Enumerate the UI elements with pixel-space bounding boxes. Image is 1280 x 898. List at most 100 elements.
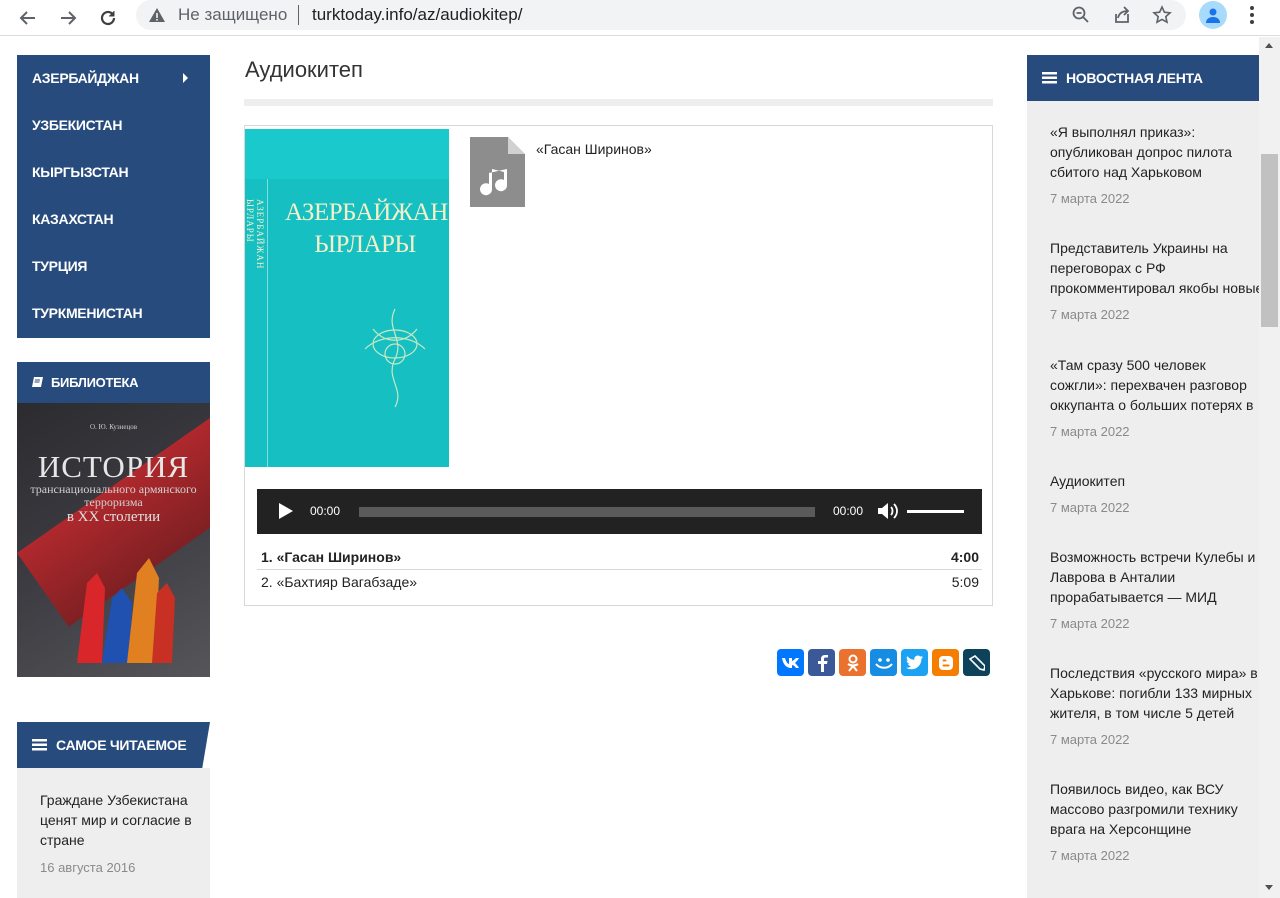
facebook-icon bbox=[817, 654, 828, 672]
news-date: 7 марта 2022 bbox=[1050, 191, 1130, 206]
news-item[interactable]: Аудиокитеп 7 марта 2022 bbox=[1050, 471, 1259, 515]
news-date: 7 марта 2022 bbox=[1050, 616, 1130, 631]
share-facebook-button[interactable] bbox=[808, 649, 835, 676]
warning-icon[interactable] bbox=[148, 6, 166, 24]
nav-item-azerbaijan[interactable]: АЗЕРБАЙДЖАН bbox=[17, 55, 210, 102]
news-item[interactable]: Возможность встречи Кулебы и Лаврова в А… bbox=[1050, 547, 1259, 631]
back-button[interactable] bbox=[14, 4, 42, 32]
news-date: 7 марта 2022 bbox=[1050, 732, 1130, 747]
news-title-line: сбитого над Харьковом bbox=[1050, 164, 1202, 180]
list-icon bbox=[32, 739, 47, 751]
book-author: О. Ю. Кузнецов bbox=[89, 423, 138, 431]
news-title-line: прокомментировал якобы новые bbox=[1050, 280, 1259, 296]
library-book-cover[interactable]: О. Ю. Кузнецов ИСТОРИЯ транснациональног… bbox=[17, 403, 210, 677]
bookmark-button[interactable] bbox=[1150, 3, 1174, 27]
scroll-down-arrow-icon[interactable] bbox=[1265, 885, 1273, 890]
news-title-line: массово разгромили технику bbox=[1050, 801, 1238, 817]
share-page-button[interactable] bbox=[1110, 3, 1134, 27]
list-icon bbox=[1042, 72, 1057, 84]
most-read-item-title[interactable]: Граждане Узбекистана ценят мир и согласи… bbox=[40, 790, 200, 850]
news-item[interactable]: Последствия «русского мира» в Харькове: … bbox=[1050, 663, 1259, 747]
news-item[interactable]: «Я выполнял приказ»: опубликован допрос … bbox=[1050, 122, 1259, 206]
news-title-line: Последствия «русского мира» в bbox=[1050, 665, 1258, 681]
news-title-line: жителя, в том числе 5 детей bbox=[1050, 705, 1235, 721]
scrollbar-thumb[interactable] bbox=[1261, 154, 1278, 327]
news-item[interactable]: Представитель Украины на переговорах с Р… bbox=[1050, 238, 1259, 322]
duration-time: 00:00 bbox=[833, 504, 864, 518]
nav-item-uzbekistan[interactable]: УЗБЕКИСТАН bbox=[17, 102, 210, 149]
nav-item-kazakhstan[interactable]: КАЗАХСТАН bbox=[17, 196, 210, 243]
news-title-line: Представитель Украины на bbox=[1050, 240, 1228, 256]
arrow-right-icon bbox=[61, 11, 77, 25]
news-title-line: опубликован допрос пилота bbox=[1050, 144, 1232, 160]
most-read-list: Граждане Узбекистана ценят мир и согласи… bbox=[17, 768, 210, 898]
share-livejournal-button[interactable] bbox=[963, 649, 990, 676]
library-heading: БИБЛИОТЕКА bbox=[17, 362, 210, 403]
news-title-line: сожгли»: перехвачен разговор bbox=[1050, 377, 1247, 393]
cover-ornament bbox=[364, 308, 426, 408]
most-read-item-date: 16 августа 2016 bbox=[40, 860, 136, 875]
nav-item-turkmenistan[interactable]: ТУРКМЕНИСТАН bbox=[17, 290, 210, 337]
security-status[interactable]: Не защищено bbox=[178, 5, 287, 25]
audio-file-icon bbox=[470, 137, 525, 207]
moimir-icon bbox=[874, 657, 893, 669]
progress-rail[interactable] bbox=[359, 507, 815, 517]
news-title-line: Появилось видео, как ВСУ bbox=[1050, 781, 1224, 797]
url-text[interactable]: turktoday.info/az/audiokitep/ bbox=[312, 5, 522, 25]
news-item[interactable]: Появилось видео, как ВСУ массово разгром… bbox=[1050, 779, 1259, 863]
zoom-icon bbox=[1072, 6, 1089, 23]
audio-player: 00:00 00:00 bbox=[257, 489, 982, 534]
profile-avatar[interactable] bbox=[1199, 1, 1227, 29]
page-title: Аудиокитеп bbox=[245, 57, 363, 82]
browser-menu-button[interactable] bbox=[1242, 4, 1262, 26]
news-title-line: оккупанта о больших потерях в bbox=[1050, 397, 1254, 413]
news-title-line: прорабатывается — МИД bbox=[1050, 589, 1217, 605]
share-moimir-button[interactable] bbox=[870, 649, 897, 676]
browser-toolbar: Не защищено turktoday.info/az/audiokitep… bbox=[0, 0, 1280, 36]
nav-item-kyrgyzstan[interactable]: КЫРГЫЗСТАН bbox=[17, 149, 210, 196]
news-title-line: переговорах с РФ bbox=[1050, 260, 1166, 276]
person-icon bbox=[1206, 8, 1220, 23]
most-read-heading: САМОЕ ЧИТАЕМОЕ bbox=[17, 722, 210, 768]
book-subtitle-2: в XX столетии bbox=[66, 509, 161, 525]
album-cover: АЗЕРБАЙЖАН ЫРЛАРЫ АЗЕРБАЙЖАН ЫРЛАРЫ bbox=[245, 129, 449, 467]
book-subtitle: транснационального армянского терроризма bbox=[30, 482, 197, 509]
share-odnoklassniki-button[interactable] bbox=[839, 649, 866, 676]
address-bar[interactable]: Не защищено turktoday.info/az/audiokitep… bbox=[136, 0, 1186, 30]
news-date: 7 марта 2022 bbox=[1050, 500, 1130, 515]
zoom-button[interactable] bbox=[1069, 3, 1093, 27]
news-title-line: Лаврова в Анталии bbox=[1050, 569, 1176, 585]
share-twitter-button[interactable] bbox=[901, 649, 928, 676]
reload-icon bbox=[100, 10, 116, 26]
title-divider bbox=[244, 99, 993, 106]
volume-icon[interactable] bbox=[877, 501, 899, 521]
volume-slider[interactable] bbox=[907, 510, 964, 513]
arrow-left-icon bbox=[19, 11, 35, 25]
separator bbox=[298, 5, 299, 25]
playlist: 1. «Гасан Ширинов» 4:00 2. «Бахтияр Вага… bbox=[257, 545, 982, 595]
reload-button[interactable] bbox=[94, 4, 122, 32]
book-icon bbox=[32, 377, 43, 387]
nav-item-turkey[interactable]: ТУРЦИЯ bbox=[17, 243, 210, 290]
livejournal-icon bbox=[968, 654, 985, 671]
news-item[interactable]: «Там сразу 500 человек сожгли»: перехвач… bbox=[1050, 355, 1259, 439]
forward-button[interactable] bbox=[54, 4, 82, 32]
page-scrollbar[interactable] bbox=[1259, 37, 1280, 898]
play-icon[interactable] bbox=[279, 503, 293, 519]
share-vk-button[interactable] bbox=[777, 649, 804, 676]
playlist-item[interactable]: 2. «Бахтияр Вагабзаде» 5:09 bbox=[257, 570, 982, 595]
news-title-line: Возможность встречи Кулебы и bbox=[1050, 549, 1256, 565]
twitter-icon bbox=[905, 655, 923, 670]
news-title-line: врага на Херсонщине bbox=[1050, 821, 1192, 837]
odnoklassniki-icon bbox=[846, 654, 859, 672]
playlist-item[interactable]: 1. «Гасан Ширинов» 4:00 bbox=[257, 545, 982, 570]
cover-vertical-text: АЗЕРБАЙЖАН ЫРЛАРЫ bbox=[245, 199, 265, 270]
scroll-up-arrow-icon[interactable] bbox=[1265, 43, 1273, 48]
news-title-line: «Я выполнял приказ»: bbox=[1050, 124, 1196, 140]
news-title-line: Харькове: погибли 133 мирных bbox=[1050, 685, 1252, 701]
vk-icon bbox=[781, 657, 799, 668]
book-title: ИСТОРИЯ bbox=[37, 449, 190, 484]
share-blogger-button[interactable] bbox=[932, 649, 959, 676]
blogger-icon bbox=[938, 655, 953, 670]
news-date: 7 марта 2022 bbox=[1050, 424, 1130, 439]
